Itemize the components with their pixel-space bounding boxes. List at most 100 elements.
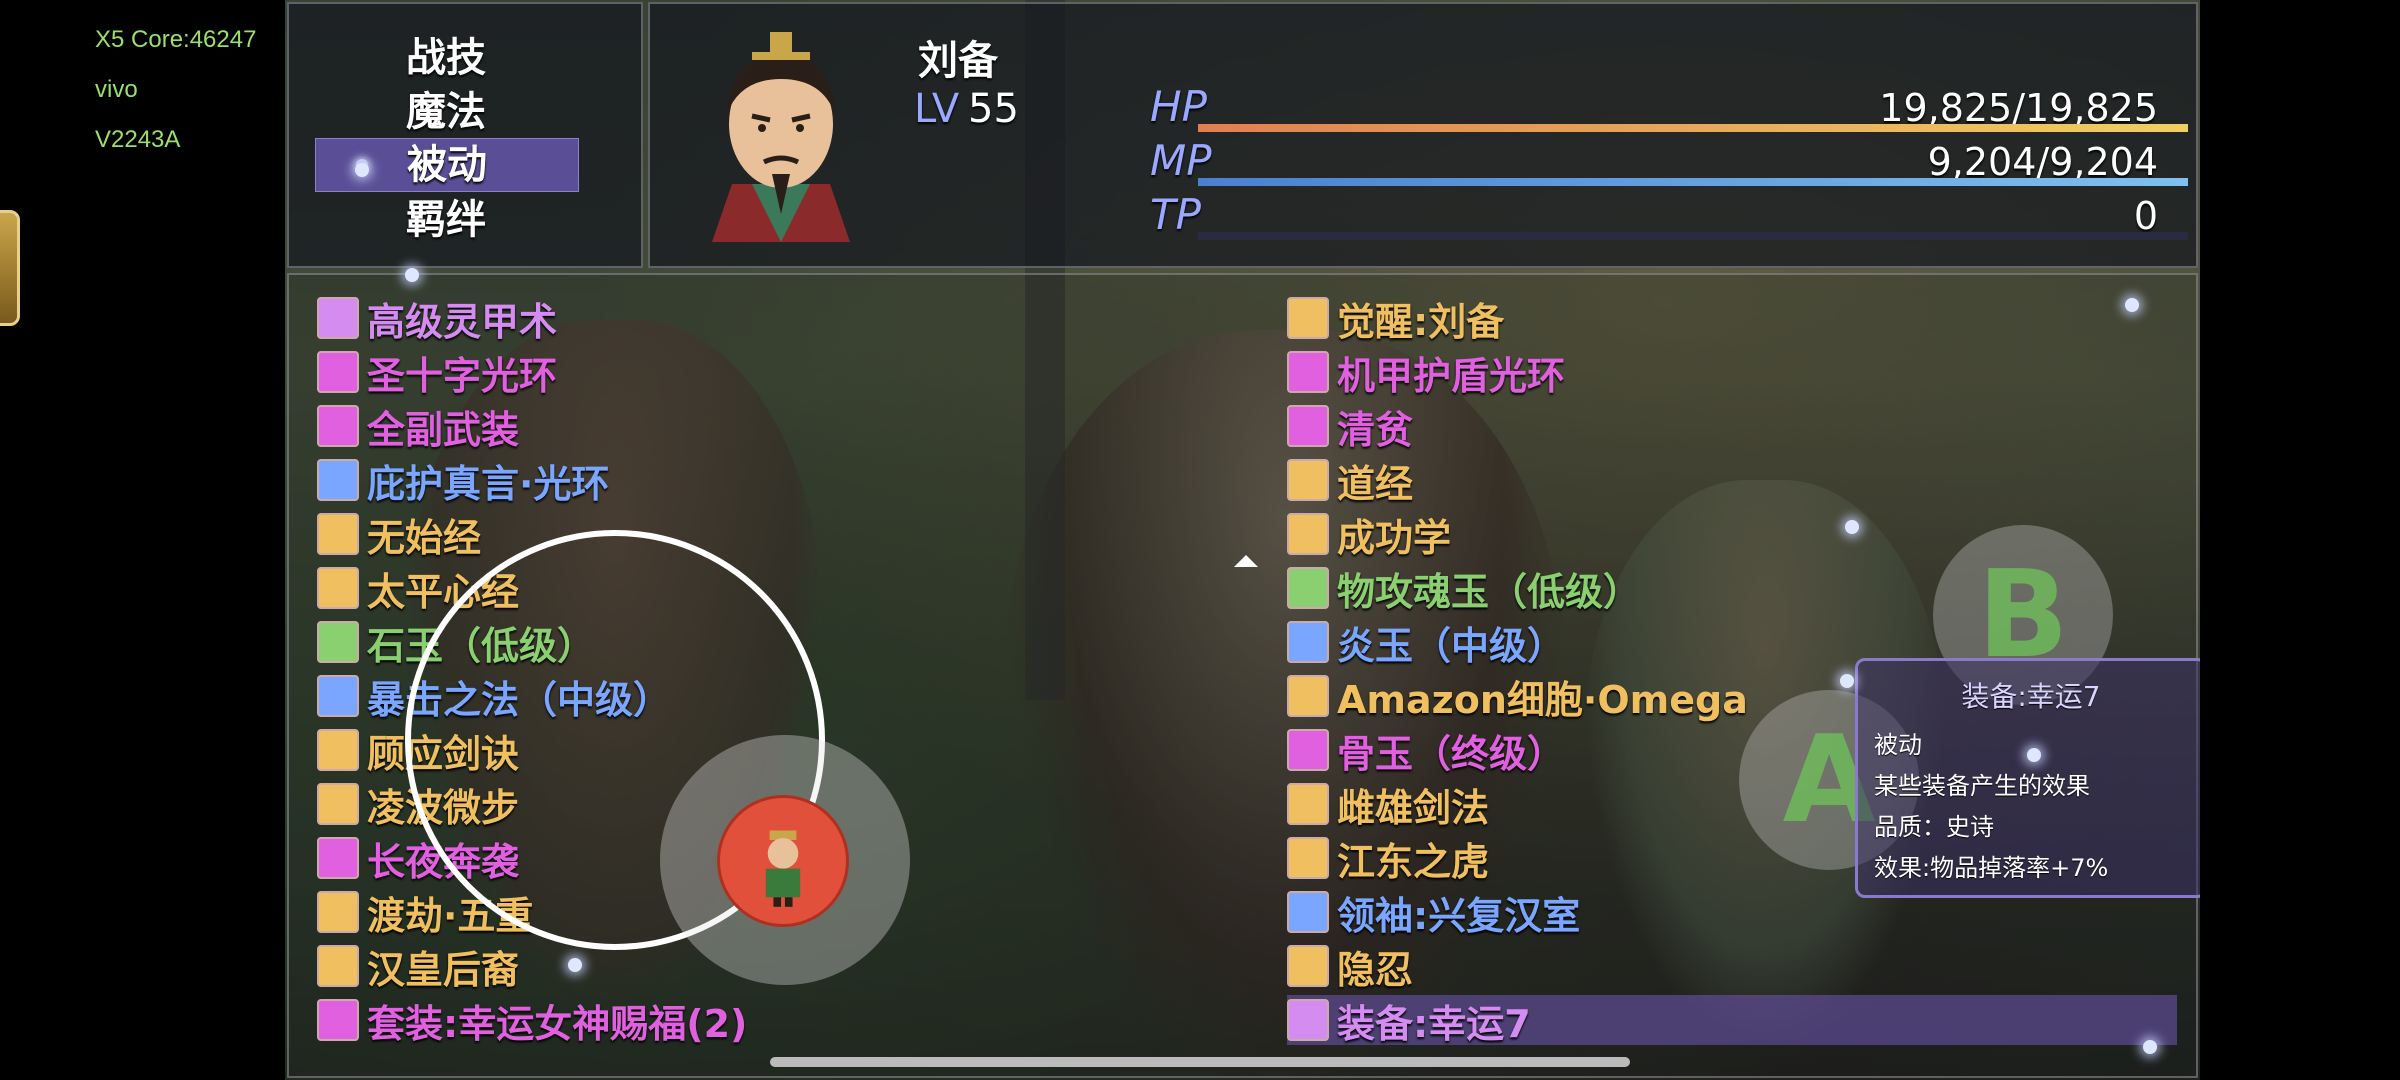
mp-gauge-fill (1198, 178, 2188, 186)
set-icon (317, 999, 359, 1041)
level-label: LV (914, 86, 960, 132)
skill-item[interactable]: 圣十字光环 (317, 347, 558, 398)
soul-jade-icon (1287, 567, 1329, 609)
twin-sword-icon (1287, 783, 1329, 825)
skill-name: 物攻魂玉（低级） (1337, 569, 1642, 614)
sparkle-particle (2027, 748, 2041, 762)
skill-name: 成功学 (1337, 515, 1452, 560)
scroll-up-icon[interactable] (1234, 555, 1258, 567)
hp-gauge (1198, 124, 2188, 132)
helmet-icon (1287, 999, 1329, 1041)
sparkle-particle (2125, 298, 2139, 312)
game-screen: 战技 魔法 被动 羁绊 刘备 LV 55 HP 19,825/19,825 MP (285, 0, 2200, 1080)
help-title: 装备:幸运7 (1961, 680, 2101, 713)
flame-icon (1287, 621, 1329, 663)
skill-name: 汉皇后裔 (367, 947, 520, 992)
hp-gauge-fill (1198, 124, 2188, 132)
actor-status-panel: 刘备 LV 55 HP 19,825/19,825 MP 9,204/9,204… (648, 2, 2198, 268)
armor-icon (317, 297, 359, 339)
swirl-icon (317, 891, 359, 933)
skill-item[interactable]: 庇护真言·光环 (317, 455, 610, 506)
skill-name: Amazon细胞·Omega (1337, 677, 1748, 722)
shield-icon (317, 459, 359, 501)
actor-name: 刘备 (918, 38, 998, 84)
skill-item[interactable]: 物攻魂玉（低级） (1287, 563, 1642, 614)
skill-name: 雌雄剑法 (1337, 785, 1490, 830)
skill-item[interactable]: 清贫 (1287, 401, 1414, 452)
skill-item[interactable]: 汉皇后裔 (317, 941, 520, 992)
menu-item-skills[interactable]: 战技 (315, 32, 577, 84)
skill-item[interactable]: 成功学 (1287, 509, 1452, 560)
skill-item[interactable]: 高级灵甲术 (317, 293, 558, 344)
skill-name: 无始经 (367, 515, 482, 560)
stone-icon (317, 621, 359, 663)
mech-shield-icon (1287, 351, 1329, 393)
crit-book-icon (317, 675, 359, 717)
skill-help-window: 装备:幸运7 被动 某些装备产生的效果 品质：史诗 效果:物品掉落率+7% (1855, 658, 2200, 898)
skill-item[interactable]: 装备:幸运7 (1287, 995, 2177, 1046)
comet-icon (317, 837, 359, 879)
liu-bei-portrait (712, 32, 850, 242)
home-indicator[interactable] (770, 1057, 1630, 1067)
device-model-text: V2243A (95, 126, 181, 153)
skill-name: 全副武装 (367, 407, 520, 452)
skill-name: 清贫 (1337, 407, 1414, 452)
cross-icon (317, 351, 359, 393)
skill-name: 高级灵甲术 (367, 299, 558, 344)
joystick-character-icon[interactable] (717, 795, 849, 927)
hand-icon (1287, 405, 1329, 447)
help-description: 某些装备产生的效果 (1874, 772, 2090, 800)
sword-book-icon (317, 729, 359, 771)
skill-name: 江东之虎 (1337, 839, 1490, 884)
skill-item[interactable]: 套装:幸运女神赐福(2) (317, 995, 747, 1046)
success-icon (1287, 513, 1329, 555)
level-value: 55 (968, 86, 1019, 132)
sparkle-particle (1845, 520, 1859, 534)
hero-sprite-icon (765, 830, 801, 907)
skill-item[interactable]: 领袖:兴复汉室 (1287, 887, 1581, 938)
figures-icon (1287, 945, 1329, 987)
meditate-icon (1287, 459, 1329, 501)
skill-item[interactable]: 隐忍 (1287, 941, 1413, 992)
book-icon (317, 567, 359, 609)
leader-icon (1287, 891, 1329, 933)
menu-item-passive-label: 被动 (407, 142, 487, 188)
tp-gauge (1198, 232, 2188, 240)
skill-item[interactable]: 江东之虎 (1287, 833, 1490, 884)
skill-name: 圣十字光环 (367, 353, 558, 398)
skill-name: 炎玉（中级） (1337, 623, 1566, 668)
skill-name: 装备:幸运7 (1337, 1001, 1531, 1046)
mp-gauge (1198, 178, 2188, 186)
run-icon (317, 783, 359, 825)
skill-item[interactable]: 道经 (1287, 455, 1413, 506)
paw-icon (1287, 837, 1329, 879)
sparkle-particle (2143, 1040, 2157, 1054)
cell-icon (1287, 675, 1329, 717)
menu-item-passive[interactable]: 被动 (315, 138, 579, 192)
skill-name: 机甲护盾光环 (1337, 353, 1566, 398)
help-effect: 效果:物品掉落率+7% (1874, 854, 2109, 882)
skill-item[interactable]: 觉醒:刘备 (1287, 293, 1504, 344)
sparkle-particle (568, 958, 582, 972)
skill-item[interactable]: 全副武装 (317, 401, 520, 452)
skill-item[interactable]: 雌雄剑法 (1287, 779, 1490, 830)
emblem-icon (317, 945, 359, 987)
awaken-icon (1287, 297, 1329, 339)
command-menu: 战技 魔法 被动 羁绊 (287, 2, 643, 268)
menu-item-magic[interactable]: 魔法 (315, 86, 577, 138)
skill-item[interactable]: Amazon细胞·Omega (1287, 671, 1748, 722)
side-badge-icon[interactable] (0, 210, 20, 326)
device-core-text: X5 Core:46247 (95, 26, 257, 53)
skill-item[interactable]: 炎玉（中级） (1287, 617, 1566, 668)
menu-item-bonds[interactable]: 羁绊 (315, 194, 577, 246)
weapon-icon (317, 405, 359, 447)
tp-label: TP (1150, 190, 1201, 239)
skill-item[interactable]: 无始经 (317, 509, 482, 560)
sparkle-particle (1840, 674, 1854, 688)
skill-name: 骨玉（终级） (1337, 731, 1566, 776)
skill-item[interactable]: 骨玉（终级） (1287, 725, 1566, 776)
help-quality: 品质：史诗 (1874, 813, 1994, 841)
skill-item[interactable]: 机甲护盾光环 (1287, 347, 1566, 398)
skill-name: 庇护真言·光环 (367, 461, 610, 506)
skill-name: 领袖:兴复汉室 (1337, 893, 1581, 938)
